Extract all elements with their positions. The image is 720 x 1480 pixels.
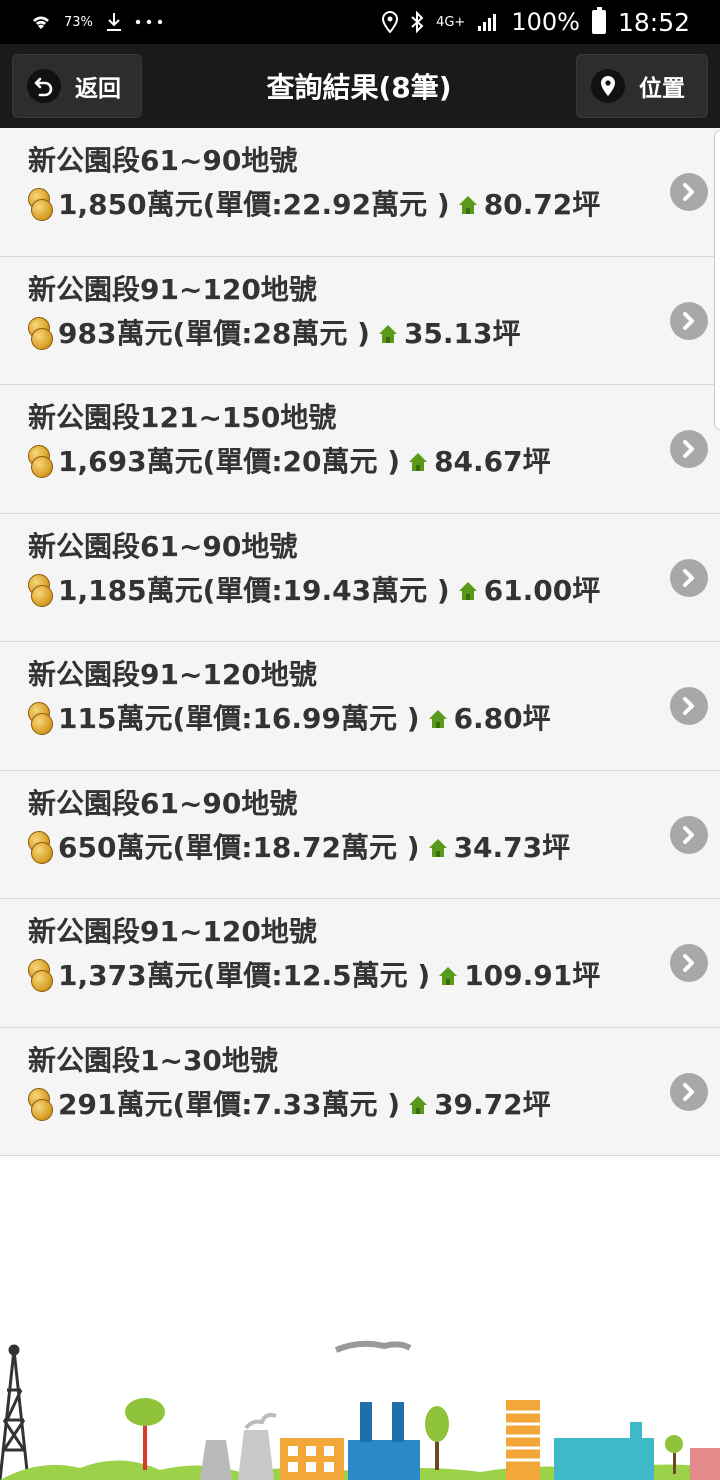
chevron-right-icon[interactable]: [670, 558, 708, 597]
undo-arrow-icon: [27, 69, 61, 103]
house-icon: [408, 452, 428, 472]
coins-icon: [28, 188, 53, 222]
list-item[interactable]: 新公園段91~120地號 983萬元(單價:28萬元 ) 35.13坪: [0, 256, 720, 385]
power-plant-icon: [200, 1412, 277, 1480]
clock: 18:52: [617, 7, 690, 37]
back-button-label: 返回: [75, 76, 121, 102]
chevron-right-icon[interactable]: [670, 430, 708, 468]
price-text: 983萬元(單價:28萬元 ): [58, 316, 370, 350]
location-pin-icon: [382, 11, 399, 33]
signal-icon: [477, 12, 499, 32]
oil-derrick-icon: [0, 1344, 30, 1480]
house-icon: [438, 966, 458, 986]
price-line: 1,693萬元(單價:20萬元 ) 84.67坪: [28, 437, 660, 487]
network-type: 4G+: [436, 14, 466, 30]
price-line: 983萬元(單價:28萬元 ) 35.13坪: [28, 309, 660, 359]
price-text: 650萬元(單價:18.72萬元 ): [58, 830, 420, 864]
chevron-right-icon[interactable]: [670, 815, 708, 854]
cityscape-illustration: [0, 1340, 720, 1480]
area-text: 39.72坪: [434, 1087, 551, 1121]
chevron-right-icon[interactable]: [670, 173, 708, 211]
price-text: 291萬元(單價:7.33萬元 ): [58, 1087, 401, 1121]
list-item[interactable]: 新公園段1~30地號 291萬元(單價:7.33萬元 ) 39.72坪: [0, 1027, 720, 1156]
status-left: 73%: [30, 12, 163, 32]
scroll-indicator[interactable]: [714, 130, 720, 430]
area-text: 34.73坪: [453, 830, 571, 864]
price-text: 1,185萬元(單價:19.43萬元 ): [58, 573, 450, 607]
tree-icon: [425, 1406, 449, 1470]
screen: 73% 4G+ 100% 18:52 返回 查詢結果(8筆) 位置 新公園段61…: [0, 0, 720, 1480]
coins-icon: [28, 959, 53, 993]
price-line: 291萬元(單價:7.33萬元 ) 39.72坪: [28, 1080, 660, 1130]
price-line: 1,850萬元(單價:22.92萬元 ) 80.72坪: [28, 180, 660, 230]
wifi-icon: [30, 13, 52, 31]
area-text: 109.91坪: [464, 959, 601, 992]
house-icon: [428, 838, 448, 858]
bluetooth-icon: [410, 11, 424, 33]
chevron-right-icon[interactable]: [670, 301, 708, 340]
location-button[interactable]: 位置: [575, 54, 708, 118]
battery-saver-indicator: 73%: [64, 14, 93, 30]
chevron-right-icon[interactable]: [670, 687, 708, 725]
list-item[interactable]: 新公園段91~120地號 115萬元(單價:16.99萬元 ) 6.80坪: [0, 642, 720, 771]
location-button-label: 位置: [638, 76, 685, 102]
house-icon: [458, 581, 478, 601]
status-right: 4G+ 100% 18:52: [382, 7, 690, 37]
tower-icon: [506, 1400, 540, 1480]
house-icon: [458, 195, 478, 215]
chevron-right-icon[interactable]: [670, 944, 708, 982]
status-bar: 73% 4G+ 100% 18:52: [0, 0, 720, 44]
land-section-title: 新公園段61~90地號: [28, 786, 298, 820]
coins-icon: [28, 702, 53, 736]
price-line: 1,373萬元(單價:12.5萬元 ) 109.91坪: [28, 951, 660, 1001]
price-text: 115萬元(單價:16.99萬元 ): [58, 702, 420, 735]
coins-icon: [28, 445, 53, 479]
page-title: 查詢結果(8筆): [266, 71, 452, 104]
land-section-title: 新公園段91~120地號: [28, 915, 317, 948]
land-section-title: 新公園段61~90地號: [28, 144, 298, 177]
battery-icon: [591, 7, 606, 34]
list-item[interactable]: 新公園段121~150地號 1,693萬元(單價:20萬元 ) 84.67坪: [0, 385, 720, 514]
price-line: 650萬元(單價:18.72萬元 ) 34.73坪: [28, 823, 660, 873]
map-marker-icon: [590, 69, 625, 103]
coins-icon: [28, 830, 53, 865]
house-icon: [428, 709, 448, 729]
area-text: 80.72坪: [483, 188, 601, 221]
area-text: 61.00坪: [483, 573, 601, 607]
coins-icon: [28, 1087, 53, 1122]
back-button[interactable]: 返回: [12, 54, 142, 118]
price-line: 1,185萬元(單價:19.43萬元 ) 61.00坪: [28, 566, 660, 616]
tree-icon: [125, 1398, 165, 1470]
more-icon: [135, 19, 163, 25]
area-text: 6.80坪: [453, 702, 551, 735]
house-icon: [408, 1095, 428, 1115]
list-item[interactable]: 新公園段61~90地號 1,185萬元(單價:19.43萬元 ) 61.00坪: [0, 513, 720, 642]
list-item[interactable]: 新公園段61~90地號 650萬元(單價:18.72萬元 ) 34.73坪: [0, 770, 720, 899]
price-line: 115萬元(單價:16.99萬元 ) 6.80坪: [28, 694, 660, 744]
price-text: 1,693萬元(單價:20萬元 ): [58, 445, 401, 478]
land-section-title: 新公園段91~120地號: [28, 272, 317, 306]
building-icon: [690, 1448, 720, 1480]
land-section-title: 新公園段61~90地號: [28, 529, 298, 563]
land-section-title: 新公園段121~150地號: [28, 401, 337, 434]
coins-icon: [28, 316, 53, 351]
download-icon: [105, 12, 123, 32]
list-item[interactable]: 新公園段61~90地號 1,850萬元(單價:22.92萬元 ) 80.72坪: [0, 128, 720, 257]
land-section-title: 新公園段1~30地號: [28, 1043, 278, 1077]
area-text: 84.67坪: [434, 445, 551, 478]
area-text: 35.13坪: [403, 316, 521, 350]
list-item[interactable]: 新公園段91~120地號 1,373萬元(單價:12.5萬元 ) 109.91坪: [0, 899, 720, 1028]
app-header: 返回 查詢結果(8筆) 位置: [0, 44, 720, 128]
price-text: 1,850萬元(單價:22.92萬元 ): [58, 188, 450, 221]
price-text: 1,373萬元(單價:12.5萬元 ): [58, 959, 431, 992]
battery-percent: 100%: [511, 8, 580, 36]
building-icon: [280, 1438, 344, 1480]
house-icon: [378, 324, 398, 344]
building-icon: [554, 1422, 654, 1480]
chevron-right-icon[interactable]: [670, 1072, 708, 1111]
factory-icon: [334, 1340, 420, 1480]
land-section-title: 新公園段91~120地號: [28, 658, 317, 691]
results-list: 新公園段61~90地號 1,850萬元(單價:22.92萬元 ) 80.72坪 …: [0, 128, 720, 1156]
coins-icon: [28, 573, 53, 608]
